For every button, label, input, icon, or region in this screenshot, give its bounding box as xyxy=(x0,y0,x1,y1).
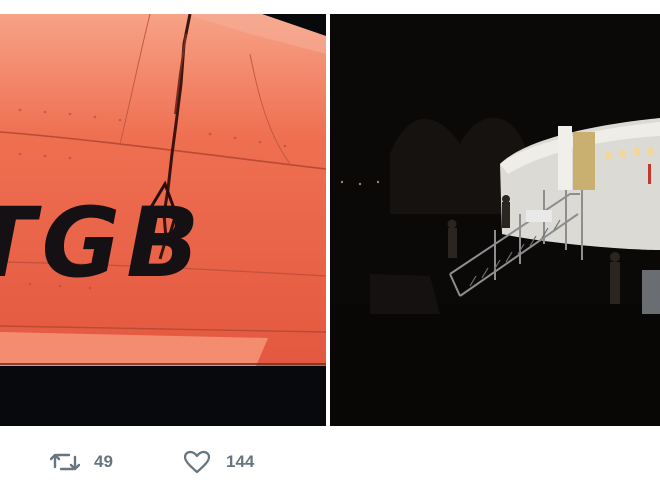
svg-text:TGB: TGB xyxy=(0,187,205,299)
tweet-photo-night-airstairs[interactable] xyxy=(330,14,660,426)
wing-damage-image: TGB xyxy=(0,14,326,426)
like-button[interactable]: 144 xyxy=(182,448,254,476)
wing-registration-lettering: TGB xyxy=(0,187,205,299)
retweet-button[interactable]: 49 xyxy=(50,448,113,476)
tweet-media-grid: TGB xyxy=(0,14,660,426)
retweet-count: 49 xyxy=(94,452,113,471)
tweet-actions-bar: 49 144 xyxy=(0,440,660,486)
retweet-icon xyxy=(50,450,80,474)
heart-icon xyxy=(182,450,212,474)
night-airstairs-image xyxy=(330,14,660,426)
like-count: 144 xyxy=(226,452,255,471)
tweet-photo-wing-damage[interactable]: TGB xyxy=(0,14,326,426)
